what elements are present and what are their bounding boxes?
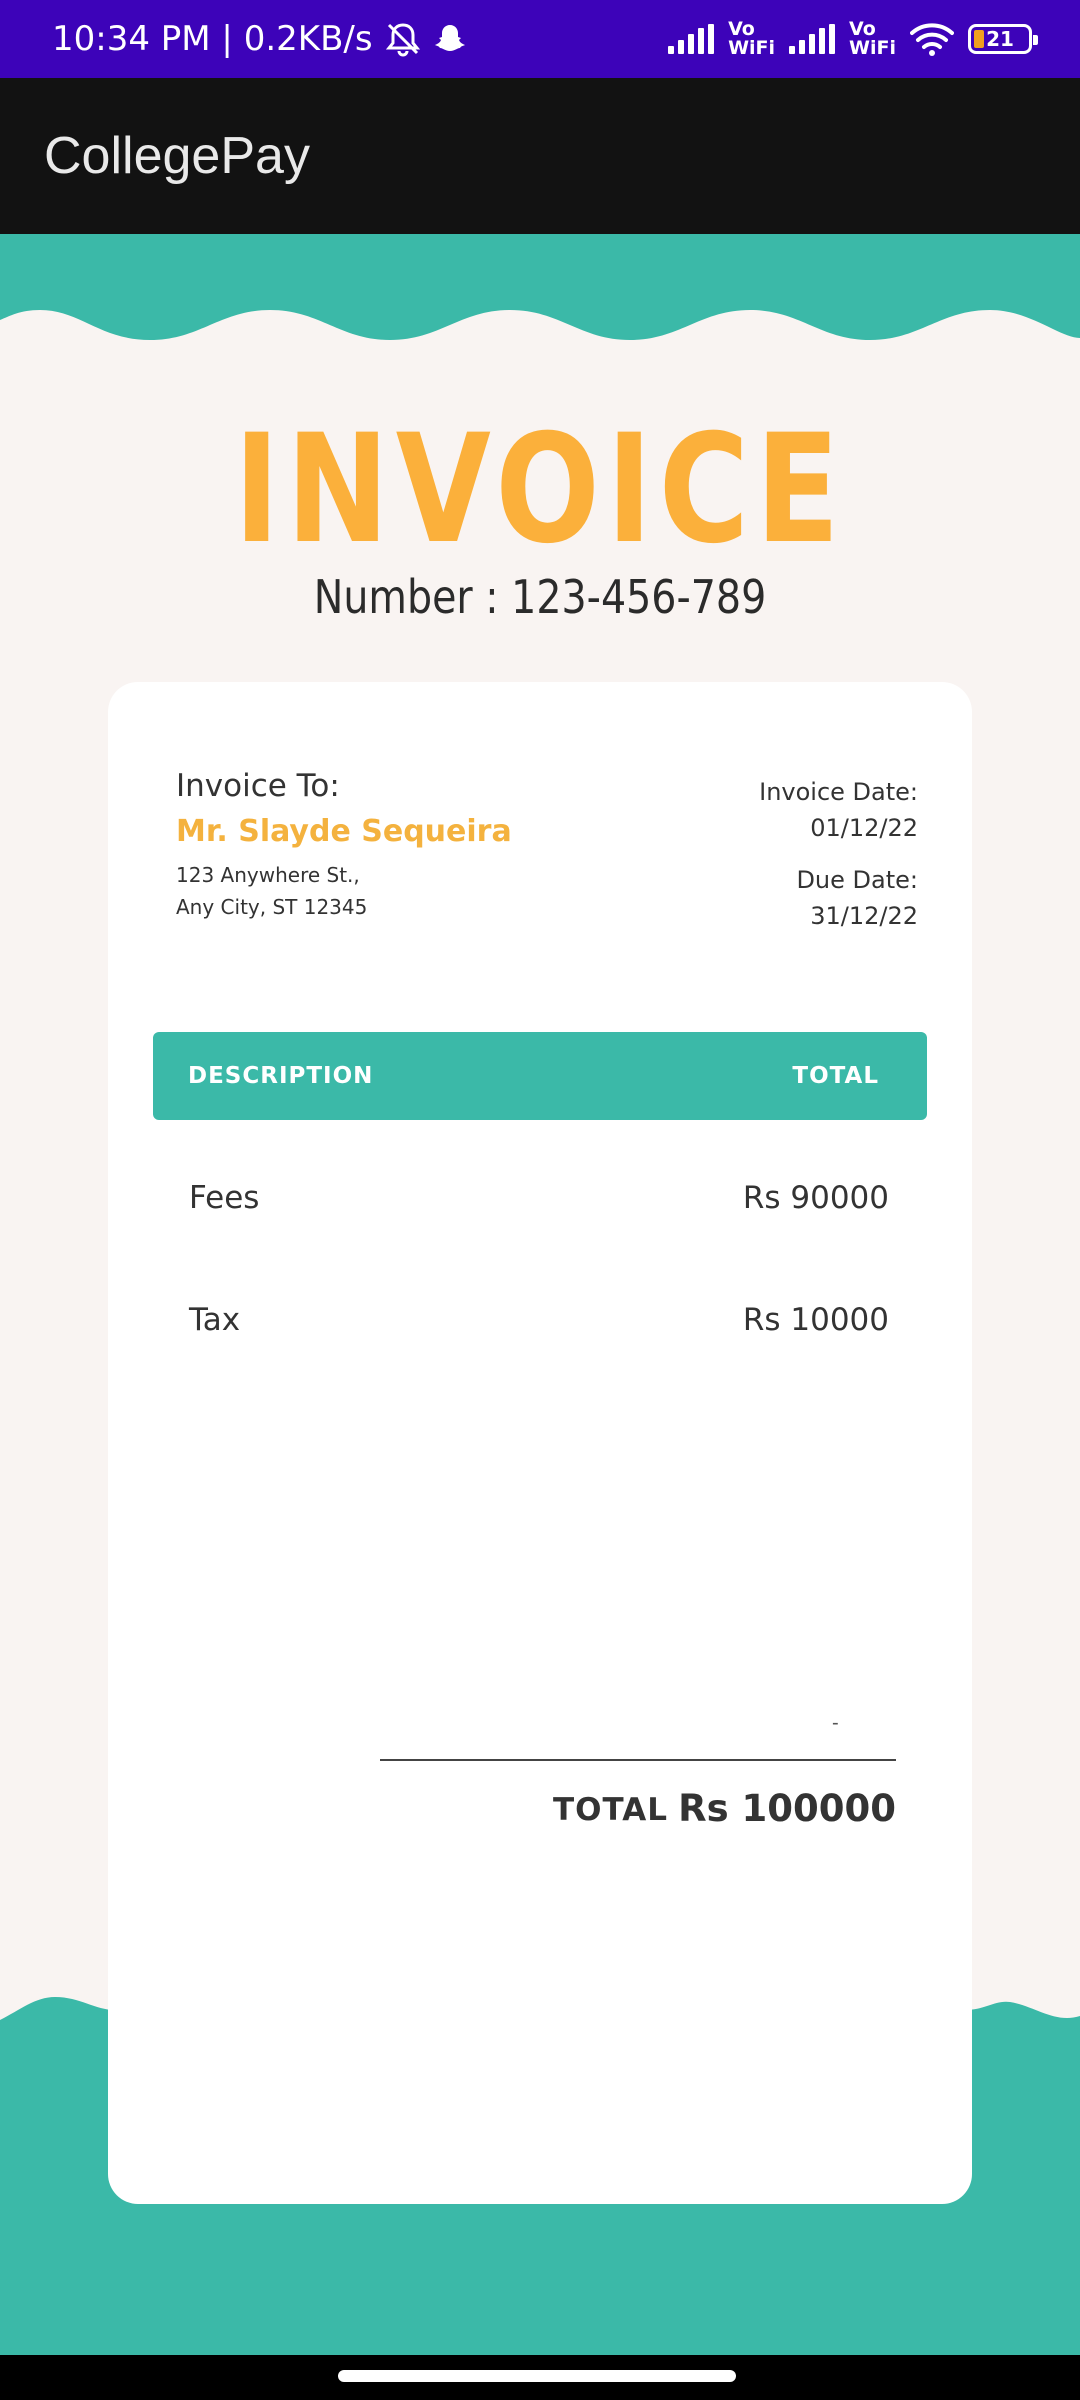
total-label: TOTAL (553, 1792, 668, 1828)
address-line-1: 123 Anywhere St., (176, 863, 360, 887)
total-value: Rs 100000 (678, 1787, 896, 1830)
invoice-number: Number : 123-456-789 (313, 570, 767, 624)
due-date: 31/12/22 (810, 902, 918, 930)
app-title: CollegePay (44, 127, 310, 185)
invoice-heading: INVOICE (233, 403, 847, 577)
item-description: Tax (189, 1302, 241, 1338)
total-divider (380, 1759, 896, 1761)
due-date-label: Due Date: (796, 866, 918, 894)
bill-to-label: Invoice To: (176, 768, 340, 804)
customer-address: 123 Anywhere St., Any City, ST 12345 (176, 859, 512, 923)
snapchat-icon (434, 25, 465, 51)
bell-off-icon (385, 23, 420, 57)
status-right: Vo WiFi Vo WiFi 21 (668, 18, 1038, 59)
item-description: Fees (189, 1180, 260, 1216)
status-left: 10:34 PM | 0.2KB/s (52, 19, 467, 59)
battery-icon: 21 (968, 24, 1038, 54)
battery-level: 21 (986, 27, 1014, 51)
signal-icon (668, 24, 715, 54)
wifi-icon (910, 23, 954, 56)
signal-icon-2 (789, 24, 836, 54)
column-header-description: DESCRIPTION (188, 1063, 374, 1089)
invoice-date-label: Invoice Date: (759, 778, 918, 806)
customer-name: Mr. Slayde Sequeira (176, 814, 512, 849)
item-amount: Rs 90000 (742, 1180, 889, 1216)
address-line-2: Any City, ST 12345 (176, 895, 368, 919)
status-bar: 10:34 PM | 0.2KB/s Vo WiFi Vo WiFi 21 (0, 0, 1080, 78)
item-amount: Rs 10000 (742, 1302, 889, 1338)
invoice-card: Invoice To: Mr. Slayde Sequeira 123 Anyw… (108, 682, 972, 2204)
invoice-date: 01/12/22 (810, 814, 918, 842)
vowifi-icon-2: Vo WiFi (849, 18, 896, 59)
table-row: Tax Rs 10000 (189, 1302, 889, 1338)
bill-to-block: Invoice To: Mr. Slayde Sequeira 123 Anyw… (176, 768, 512, 923)
vowifi-icon: Vo WiFi (728, 18, 776, 59)
column-header-total: TOTAL (792, 1063, 879, 1089)
dash-mark: - (832, 1712, 839, 1734)
status-time-speed: 10:34 PM | 0.2KB/s (52, 19, 373, 59)
home-indicator[interactable] (338, 2370, 736, 2382)
wave-top-decoration (0, 234, 1080, 340)
table-header: DESCRIPTION TOTAL (153, 1032, 927, 1120)
table-row: Fees Rs 90000 (189, 1180, 889, 1216)
dates-block: Invoice Date: 01/12/22 Due Date: 31/12/2… (759, 774, 918, 934)
app-bar: CollegePay (0, 78, 1080, 234)
